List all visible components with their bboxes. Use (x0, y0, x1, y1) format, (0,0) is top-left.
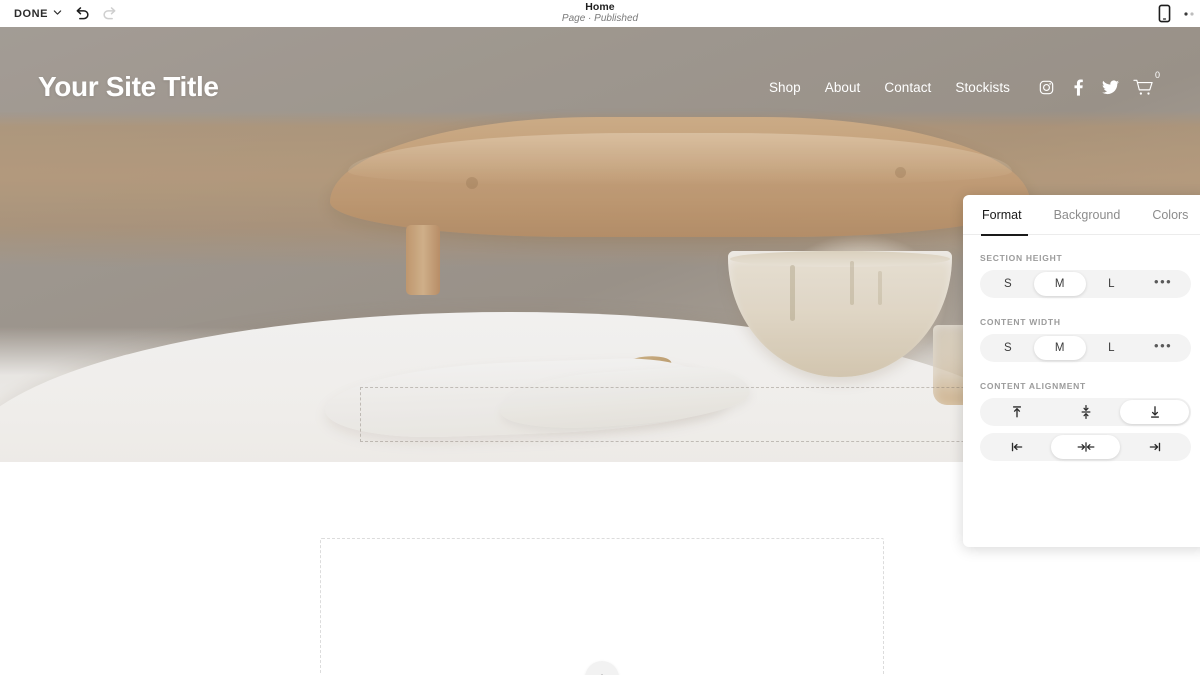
panel-tab-bar: Format Background Colors (963, 195, 1200, 236)
shopping-cart-icon (1133, 79, 1153, 95)
page-title: Home (585, 1, 615, 13)
empty-block-placeholder[interactable] (320, 538, 884, 675)
undo-button[interactable] (68, 3, 96, 25)
content-width-group: CONTENT WIDTH S M L ••• (980, 317, 1191, 362)
more-icon (1184, 11, 1194, 16)
cart-count-badge: 0 (1154, 70, 1160, 80)
nav-link-contact[interactable]: Contact (872, 80, 943, 95)
mobile-device-icon (1158, 4, 1170, 23)
facebook-icon[interactable] (1062, 74, 1094, 100)
redo-button[interactable] (96, 3, 124, 25)
nav-link-shop[interactable]: Shop (757, 80, 813, 95)
section-height-more-button[interactable]: ••• (1137, 272, 1189, 296)
tab-colors[interactable]: Colors (1136, 195, 1200, 235)
editor-screen: DONE Home Page · Published Your Site Tit… (0, 0, 1200, 675)
done-button[interactable]: DONE (8, 4, 68, 24)
section-height-control: S M L ••• (980, 270, 1191, 298)
site-title[interactable]: Your Site Title (38, 71, 219, 103)
format-panel: Format Background Colors SECTION HEIGHT … (963, 195, 1200, 547)
undo-icon (76, 6, 89, 19)
align-middle-button[interactable] (1051, 400, 1120, 424)
content-width-option-s[interactable]: S (982, 336, 1034, 360)
redo-icon (103, 6, 116, 19)
panel-body: SECTION HEIGHT S M L ••• CONTENT WIDTH S… (963, 235, 1200, 461)
horizontal-alignment-control (980, 433, 1191, 461)
content-width-label: CONTENT WIDTH (980, 317, 1061, 327)
page-info: Home Page · Published (0, 1, 1200, 25)
nav-link-about[interactable]: About (813, 80, 873, 95)
instagram-icon[interactable] (1030, 74, 1062, 100)
align-center-button[interactable] (1051, 435, 1120, 459)
content-alignment-label: CONTENT ALIGNMENT (980, 381, 1086, 391)
vertical-alignment-control (980, 398, 1191, 426)
content-width-more-button[interactable]: ••• (1137, 336, 1189, 360)
align-top-icon (1012, 406, 1021, 418)
align-center-icon (1077, 442, 1094, 452)
content-width-option-m[interactable]: M (1033, 336, 1086, 360)
section-height-option-m[interactable]: M (1033, 272, 1086, 296)
tab-background[interactable]: Background (1038, 195, 1137, 235)
content-width-option-l[interactable]: L (1086, 336, 1138, 360)
align-right-icon (1149, 442, 1160, 452)
editor-toolbar: DONE Home Page · Published (0, 0, 1200, 27)
mobile-view-button[interactable] (1150, 3, 1178, 25)
section-height-group: SECTION HEIGHT S M L ••• (980, 253, 1191, 298)
content-alignment-group: CONTENT ALIGNMENT (980, 381, 1191, 461)
align-left-icon (1011, 442, 1022, 452)
plus-icon: + (598, 671, 607, 675)
section-height-option-s[interactable]: S (982, 272, 1034, 296)
section-height-label: SECTION HEIGHT (980, 253, 1063, 263)
twitter-icon[interactable] (1094, 74, 1126, 100)
overflow-menu-button[interactable] (1182, 3, 1198, 25)
toolbar-right-group (1150, 0, 1200, 27)
align-middle-icon (1081, 404, 1090, 420)
align-bottom-button[interactable] (1120, 400, 1189, 424)
align-bottom-icon (1150, 406, 1159, 418)
align-left-button[interactable] (982, 435, 1051, 459)
site-navigation: Shop About Contact Stockists 0 (757, 70, 1162, 102)
content-width-control: S M L ••• (980, 334, 1191, 362)
tab-format[interactable]: Format (963, 195, 1038, 236)
social-icons: 0 (1030, 70, 1162, 102)
done-label: DONE (14, 7, 48, 20)
nav-link-stockists[interactable]: Stockists (943, 80, 1022, 95)
align-top-button[interactable] (982, 400, 1051, 424)
section-height-option-l[interactable]: L (1086, 272, 1138, 296)
cart-button[interactable]: 0 (1126, 70, 1162, 102)
align-right-button[interactable] (1120, 435, 1189, 459)
toolbar-left-group: DONE (0, 3, 124, 25)
page-status: Page · Published (561, 13, 639, 24)
site-header: Your Site Title Shop About Contact Stock… (0, 27, 1200, 147)
chevron-down-icon (53, 8, 62, 17)
